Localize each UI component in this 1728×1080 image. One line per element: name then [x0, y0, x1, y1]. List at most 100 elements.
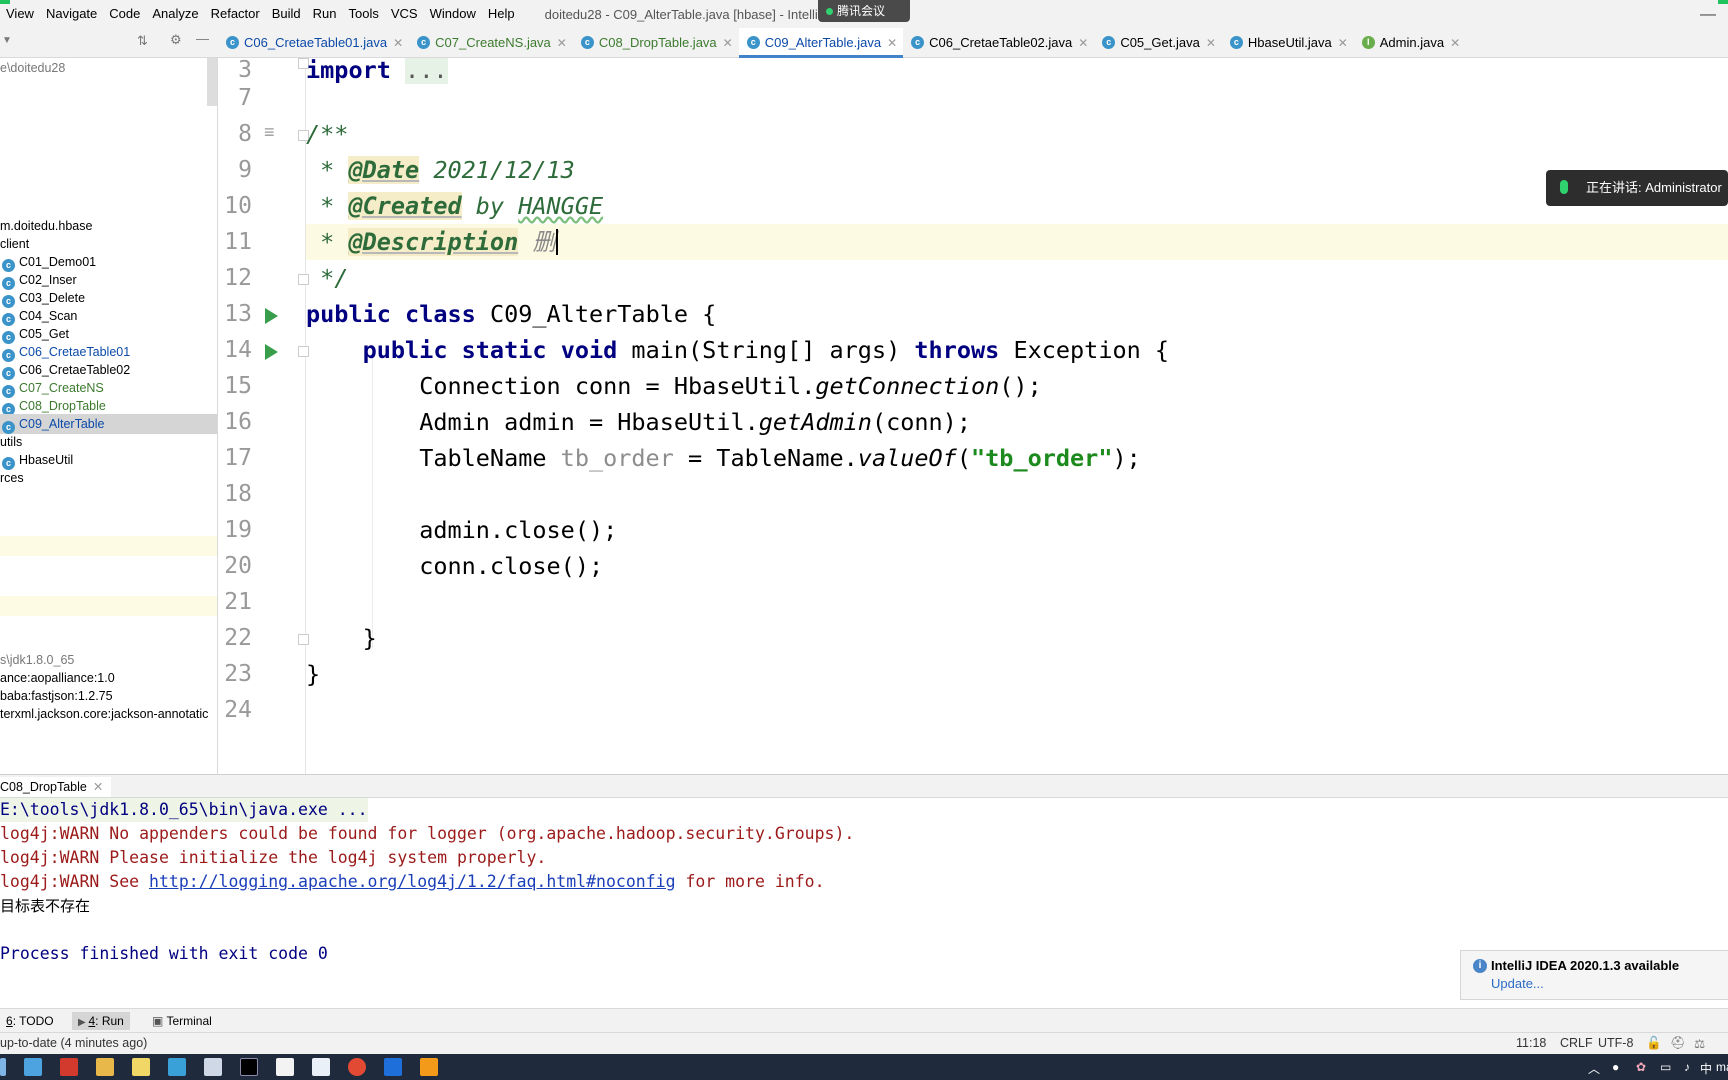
- line-separator[interactable]: CRLF: [1560, 1036, 1593, 1050]
- tree-class-hbaseutil[interactable]: c HbaseUtil: [0, 450, 217, 470]
- tree-folder-client[interactable]: client: [0, 234, 217, 254]
- code-text: ();: [999, 372, 1042, 400]
- intellij-icon[interactable]: [240, 1058, 258, 1076]
- tree-lib[interactable]: baba:fastjson:1.2.75: [0, 686, 217, 706]
- menu-view[interactable]: View: [0, 0, 40, 28]
- close-icon[interactable]: ✕: [557, 36, 567, 50]
- app-icon[interactable]: [384, 1058, 402, 1076]
- close-icon[interactable]: ✕: [1078, 36, 1088, 50]
- inspector-icon[interactable]: ⛑: [1670, 1036, 1686, 1051]
- tab-terminal[interactable]: ▣ Terminal: [146, 1012, 218, 1030]
- code-editor[interactable]: import ... /** * @Date 2021/12/13 * @Cre…: [306, 58, 1728, 774]
- tray-mic-icon[interactable]: ●: [1612, 1060, 1619, 1074]
- lock-icon[interactable]: 🔓: [1646, 1036, 1662, 1051]
- collapse-icon[interactable]: ⇅: [137, 33, 148, 49]
- tree-lib[interactable]: terxml.jackson.core:jackson-annotatic: [0, 704, 217, 724]
- app-icon[interactable]: [420, 1058, 438, 1076]
- close-icon[interactable]: ✕: [1338, 36, 1348, 50]
- meeting-indicator[interactable]: 腾讯会议: [818, 0, 910, 22]
- wps-icon[interactable]: [60, 1058, 78, 1076]
- code-line-11: * @Description 删: [306, 224, 1728, 260]
- menu-refactor[interactable]: Refactor: [205, 0, 266, 28]
- app-icon[interactable]: [24, 1058, 42, 1076]
- tree-folder-utils[interactable]: utils: [0, 432, 217, 452]
- tree-lib[interactable]: ance:aopalliance:1.0: [0, 668, 217, 688]
- close-icon[interactable]: ✕: [1206, 36, 1216, 50]
- menu-code[interactable]: Code: [103, 0, 146, 28]
- tab-label: C06_CretaeTable02.java: [929, 35, 1073, 50]
- tree-class-c02[interactable]: c C02_Inser: [0, 270, 217, 290]
- caret-position[interactable]: 11:18: [1516, 1036, 1546, 1050]
- menu-vcs[interactable]: VCS: [385, 0, 424, 28]
- doc-render-icon[interactable]: ≡: [264, 122, 275, 143]
- hide-icon[interactable]: —: [196, 31, 209, 46]
- run-icon[interactable]: [265, 308, 278, 324]
- tab-label: Admin.java: [1379, 35, 1445, 50]
- tab-c06-cretaetable02[interactable]: c C06_CretaeTable02.java ✕: [903, 28, 1094, 57]
- tray-ime[interactable]: 中: [1700, 1060, 1712, 1077]
- file-encoding[interactable]: UTF-8: [1598, 1036, 1633, 1050]
- menu-navigate[interactable]: Navigate: [40, 0, 103, 28]
- tree-lib-jdk[interactable]: s\jdk1.8.0_65: [0, 650, 217, 670]
- tree-class-label: C03_Delete: [19, 291, 86, 305]
- tab-c05-get[interactable]: c C05_Get.java ✕: [1094, 28, 1222, 57]
- close-icon[interactable]: ✕: [1450, 36, 1460, 50]
- tree-class-c07[interactable]: c C07_CreateNS: [0, 378, 217, 398]
- app-icon[interactable]: [276, 1058, 294, 1076]
- folded-imports[interactable]: ...: [405, 58, 448, 84]
- tray-network-icon[interactable]: ▭: [1660, 1060, 1671, 1074]
- tree-class-c06a[interactable]: c C06_CretaeTable01: [0, 342, 217, 362]
- project-root-path[interactable]: e\doitedu28: [0, 58, 217, 78]
- console-link[interactable]: http://logging.apache.org/log4j/1.2/faq.…: [149, 872, 676, 891]
- menu-help[interactable]: Help: [482, 0, 521, 28]
- folder-icon[interactable]: [96, 1058, 114, 1076]
- tree-highlight-row[interactable]: [0, 536, 217, 556]
- close-icon[interactable]: ✕: [93, 780, 103, 794]
- tab-todo[interactable]: 6: TODO: [0, 1012, 60, 1030]
- menu-run[interactable]: Run: [307, 0, 343, 28]
- run-icon[interactable]: [265, 344, 278, 360]
- doc-created-by: by: [461, 192, 519, 220]
- tray-volume-icon[interactable]: ♪: [1684, 1060, 1690, 1074]
- tab-hbaseutil[interactable]: c HbaseUtil.java ✕: [1222, 28, 1354, 57]
- close-icon[interactable]: ✕: [887, 36, 897, 50]
- tree-class-c03[interactable]: c C03_Delete: [0, 288, 217, 308]
- minimize-icon[interactable]: —: [1700, 6, 1716, 24]
- start-icon[interactable]: [0, 1058, 6, 1076]
- tree-folder-resources[interactable]: rces: [0, 468, 217, 488]
- notification-update-link[interactable]: Update...: [1491, 976, 1544, 991]
- menu-analyze[interactable]: Analyze: [146, 0, 204, 28]
- chevron-down-icon[interactable]: ▼: [2, 35, 12, 46]
- line-number: 7: [238, 85, 252, 111]
- notes-icon[interactable]: [132, 1058, 150, 1076]
- tab-run[interactable]: ▶ 4: Run: [72, 1012, 130, 1030]
- event-log-icon[interactable]: ⚖: [1694, 1036, 1705, 1051]
- menu-build[interactable]: Build: [266, 0, 307, 28]
- run-tab[interactable]: C08_DropTable ✕: [0, 777, 112, 797]
- gear-icon[interactable]: ⚙: [170, 32, 182, 48]
- tree-class-c05[interactable]: c C05_Get: [0, 324, 217, 344]
- tray-clock[interactable]: ma: [1716, 1060, 1728, 1074]
- tab-admin[interactable]: I Admin.java ✕: [1354, 28, 1466, 57]
- app-icon[interactable]: [168, 1058, 186, 1076]
- close-icon[interactable]: ✕: [393, 36, 403, 50]
- console-command: E:\tools\jdk1.8.0_65\bin\java.exe ...: [0, 798, 368, 822]
- tree-class-c06b[interactable]: c C06_CretaeTable02: [0, 360, 217, 380]
- tab-c07-createns[interactable]: c C07_CreateNS.java ✕: [409, 28, 573, 57]
- tray-chevron-icon[interactable]: ︿: [1588, 1060, 1600, 1077]
- tree-class-c04[interactable]: c C04_Scan: [0, 306, 217, 326]
- app-icon[interactable]: [204, 1058, 222, 1076]
- menu-tools[interactable]: Tools: [343, 0, 385, 28]
- app-icon[interactable]: [312, 1058, 330, 1076]
- tree-class-c08[interactable]: c C08_DropTable: [0, 396, 217, 416]
- chrome-icon[interactable]: [348, 1058, 366, 1076]
- tab-c09-altertable[interactable]: c C09_AlterTable.java ✕: [738, 28, 904, 58]
- tree-class-c09[interactable]: c C09_AlterTable: [0, 414, 217, 434]
- tree-class-c01[interactable]: c C01_Demo01: [0, 252, 217, 272]
- tray-flower-icon[interactable]: ✿: [1636, 1060, 1646, 1074]
- tab-c08-droptable[interactable]: c C08_DropTable.java ✕: [573, 28, 739, 57]
- tree-package[interactable]: m.doitedu.hbase: [0, 216, 217, 236]
- menu-window[interactable]: Window: [424, 0, 482, 28]
- close-icon[interactable]: ✕: [723, 36, 733, 50]
- tree-highlight-row[interactable]: [0, 596, 217, 616]
